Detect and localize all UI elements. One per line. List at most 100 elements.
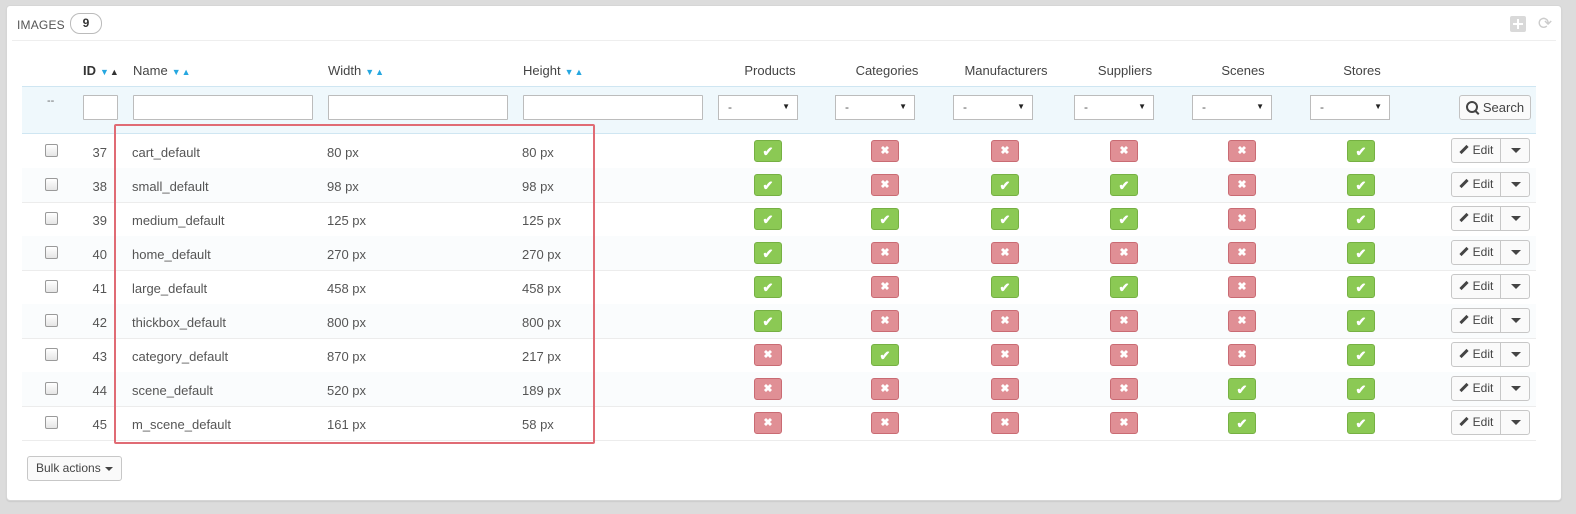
cross-icon[interactable]: ✖ (1110, 242, 1138, 264)
cross-icon[interactable]: ✖ (1110, 140, 1138, 162)
row-actions-dropdown-button[interactable] (1500, 240, 1530, 265)
filter-name-input[interactable] (133, 95, 313, 120)
check-icon[interactable]: ✔ (1347, 378, 1375, 400)
check-icon[interactable]: ✔ (871, 344, 899, 366)
column-header-height[interactable]: Height ▼▲ (523, 63, 584, 78)
edit-button[interactable]: Edit (1451, 274, 1501, 299)
row-actions-dropdown-button[interactable] (1500, 172, 1530, 197)
check-icon[interactable]: ✔ (991, 174, 1019, 196)
check-icon[interactable]: ✔ (1228, 412, 1256, 434)
edit-button[interactable]: Edit (1451, 138, 1501, 163)
sort-arrows-icon[interactable]: ▼▲ (100, 67, 120, 77)
edit-button[interactable]: Edit (1451, 376, 1501, 401)
row-actions-dropdown-button[interactable] (1500, 342, 1530, 367)
cross-icon[interactable]: ✖ (871, 412, 899, 434)
check-icon[interactable]: ✔ (1228, 378, 1256, 400)
cross-icon[interactable]: ✖ (1110, 412, 1138, 434)
sort-arrows-icon[interactable]: ▼▲ (172, 67, 192, 77)
cross-icon[interactable]: ✖ (991, 344, 1019, 366)
filter-suppliers-select[interactable]: - ▼ (1074, 95, 1154, 120)
row-checkbox[interactable] (45, 212, 58, 225)
filter-id-input[interactable] (83, 95, 118, 120)
cross-icon[interactable]: ✖ (871, 378, 899, 400)
check-icon[interactable]: ✔ (1347, 344, 1375, 366)
sort-arrows-icon[interactable]: ▼▲ (365, 67, 385, 77)
row-actions-dropdown-button[interactable] (1500, 274, 1530, 299)
cross-icon[interactable]: ✖ (1228, 140, 1256, 162)
check-icon[interactable]: ✔ (754, 242, 782, 264)
refresh-icon[interactable]: ⟳ (1537, 15, 1553, 32)
check-icon[interactable]: ✔ (754, 310, 782, 332)
sort-arrows-icon[interactable]: ▼▲ (565, 67, 585, 77)
filter-products-select[interactable]: - ▼ (718, 95, 798, 120)
edit-button[interactable]: Edit (1451, 172, 1501, 197)
row-checkbox[interactable] (45, 280, 58, 293)
filter-width-input[interactable] (328, 95, 508, 120)
check-icon[interactable]: ✔ (1110, 276, 1138, 298)
cross-icon[interactable]: ✖ (991, 140, 1019, 162)
row-actions-dropdown-button[interactable] (1500, 376, 1530, 401)
row-checkbox[interactable] (45, 144, 58, 157)
row-actions-dropdown-button[interactable] (1500, 206, 1530, 231)
cross-icon[interactable]: ✖ (754, 378, 782, 400)
row-checkbox[interactable] (45, 348, 58, 361)
cross-icon[interactable]: ✖ (871, 140, 899, 162)
check-icon[interactable]: ✔ (871, 208, 899, 230)
edit-button[interactable]: Edit (1451, 240, 1501, 265)
row-checkbox[interactable] (45, 246, 58, 259)
filter-scenes-select[interactable]: - ▼ (1192, 95, 1272, 120)
edit-button[interactable]: Edit (1451, 342, 1501, 367)
row-actions-dropdown-button[interactable] (1500, 308, 1530, 333)
cross-icon[interactable]: ✖ (991, 242, 1019, 264)
column-header-width[interactable]: Width ▼▲ (328, 63, 385, 78)
cross-icon[interactable]: ✖ (1228, 344, 1256, 366)
check-icon[interactable]: ✔ (1347, 242, 1375, 264)
cross-icon[interactable]: ✖ (1228, 242, 1256, 264)
edit-button[interactable]: Edit (1451, 206, 1501, 231)
check-icon[interactable]: ✔ (1347, 310, 1375, 332)
filter-height-input[interactable] (523, 95, 703, 120)
cross-icon[interactable]: ✖ (1228, 174, 1256, 196)
cross-icon[interactable]: ✖ (991, 378, 1019, 400)
row-checkbox[interactable] (45, 314, 58, 327)
cross-icon[interactable]: ✖ (991, 412, 1019, 434)
cross-icon[interactable]: ✖ (871, 174, 899, 196)
edit-button[interactable]: Edit (1451, 410, 1501, 435)
cross-icon[interactable]: ✖ (1228, 208, 1256, 230)
row-checkbox[interactable] (45, 382, 58, 395)
cross-icon[interactable]: ✖ (991, 310, 1019, 332)
column-header-name[interactable]: Name ▼▲ (133, 63, 192, 78)
check-icon[interactable]: ✔ (991, 208, 1019, 230)
cross-icon[interactable]: ✖ (871, 242, 899, 264)
check-icon[interactable]: ✔ (1347, 174, 1375, 196)
cross-icon[interactable]: ✖ (754, 344, 782, 366)
edit-button[interactable]: Edit (1451, 308, 1501, 333)
cross-icon[interactable]: ✖ (1228, 310, 1256, 332)
filter-categories-select[interactable]: - ▼ (835, 95, 915, 120)
search-button[interactable]: Search (1459, 95, 1531, 120)
check-icon[interactable]: ✔ (1347, 208, 1375, 230)
check-icon[interactable]: ✔ (1347, 276, 1375, 298)
bulk-actions-button[interactable]: Bulk actions (27, 456, 122, 481)
cross-icon[interactable]: ✖ (871, 310, 899, 332)
check-icon[interactable]: ✔ (1347, 140, 1375, 162)
check-icon[interactable]: ✔ (1110, 174, 1138, 196)
row-actions-dropdown-button[interactable] (1500, 410, 1530, 435)
check-icon[interactable]: ✔ (754, 140, 782, 162)
filter-stores-select[interactable]: - ▼ (1310, 95, 1390, 120)
row-checkbox[interactable] (45, 416, 58, 429)
check-icon[interactable]: ✔ (754, 174, 782, 196)
row-checkbox[interactable] (45, 178, 58, 191)
filter-manufacturers-select[interactable]: - ▼ (953, 95, 1033, 120)
cross-icon[interactable]: ✖ (871, 276, 899, 298)
row-actions-dropdown-button[interactable] (1500, 138, 1530, 163)
cross-icon[interactable]: ✖ (1228, 276, 1256, 298)
add-icon[interactable] (1510, 16, 1526, 32)
check-icon[interactable]: ✔ (991, 276, 1019, 298)
check-icon[interactable]: ✔ (1110, 208, 1138, 230)
column-header-id[interactable]: ID ▼▲ (83, 63, 120, 78)
check-icon[interactable]: ✔ (754, 276, 782, 298)
cross-icon[interactable]: ✖ (1110, 310, 1138, 332)
cross-icon[interactable]: ✖ (1110, 378, 1138, 400)
cross-icon[interactable]: ✖ (1110, 344, 1138, 366)
